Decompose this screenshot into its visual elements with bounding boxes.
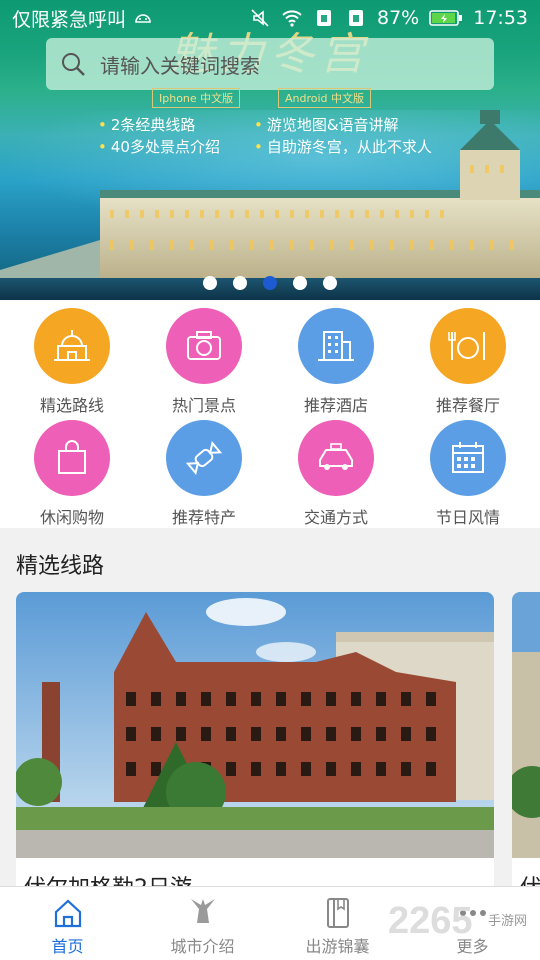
feature-item: 自助游冬宫，从此不求人	[254, 136, 432, 157]
battery-icon	[429, 10, 463, 26]
category-label: 节日风情	[435, 508, 500, 527]
route-card-image	[16, 592, 494, 858]
hotel-icon	[318, 331, 354, 361]
statue-icon	[190, 899, 215, 923]
featured-routes-section: 精选线路 伏尔加格勒2日游 伏	[0, 528, 540, 892]
clock: 17:53	[473, 7, 528, 29]
camera-icon	[187, 331, 221, 360]
category-hotels[interactable]: 推荐酒店	[270, 300, 402, 415]
category-icon-bg	[298, 308, 374, 384]
category-label: 推荐特产	[171, 508, 236, 527]
route-card-next[interactable]: 伏	[512, 592, 540, 892]
category-shopping[interactable]: 休闲购物	[6, 412, 138, 527]
category-icon-bg	[166, 308, 242, 384]
category-label: 交通方式	[303, 508, 368, 527]
banner-carousel[interactable]: 仅限紧急呼叫 87% 17:53 请输入关键词搜索 Iphone 中文版 And…	[0, 0, 540, 300]
nav-home[interactable]: 首页	[0, 887, 135, 960]
nav-label: 城市介绍	[170, 937, 235, 956]
carousel-indicator	[0, 276, 540, 292]
category-label: 休闲购物	[39, 508, 104, 527]
android-icon	[135, 14, 151, 23]
version-tag-iphone: Iphone 中文版	[152, 88, 241, 108]
dining-icon	[448, 332, 485, 360]
category-icon-bg	[298, 420, 374, 496]
category-icon-bg	[166, 420, 242, 496]
version-tag-android: Android 中文版	[278, 88, 372, 108]
guide-book-icon	[326, 898, 349, 928]
feature-item: 2条经典线路	[98, 114, 196, 135]
route-card-next-image	[512, 592, 540, 858]
nav-travel-tips[interactable]: 出游锦囊	[270, 887, 405, 960]
section-title: 精选线路	[16, 554, 105, 579]
carousel-dot-active[interactable]	[263, 276, 277, 290]
search-bar[interactable]: 请输入关键词搜索	[46, 38, 494, 90]
nav-label: 出游锦囊	[305, 937, 370, 956]
carousel-dot[interactable]	[203, 276, 217, 290]
route-card[interactable]: 伏尔加格勒2日游	[16, 592, 494, 892]
version-tags: Iphone 中文版 Android 中文版	[0, 88, 540, 108]
feature-item: 40多处景点介绍	[98, 136, 220, 157]
status-carrier-text: 仅限紧急呼叫	[12, 8, 127, 31]
category-restaurants[interactable]: 推荐餐厅	[402, 300, 534, 415]
category-transport[interactable]: 交通方式	[270, 412, 402, 527]
category-featured-routes[interactable]: 精选路线	[6, 300, 138, 415]
nav-city-intro[interactable]: 城市介绍	[135, 887, 270, 960]
category-festivals[interactable]: 节日风情	[402, 412, 534, 527]
shopping-bag-icon	[58, 440, 86, 474]
category-icon-bg	[430, 308, 506, 384]
watermark-number: 2265	[388, 900, 473, 942]
search-icon	[62, 53, 85, 76]
watermark: 2265 手游网	[388, 900, 538, 950]
category-grid: 精选路线 热门景点 推荐酒店 推荐餐厅 休闲购物 推荐特产 交通方式 节日风情	[0, 300, 540, 528]
home-icon	[54, 899, 81, 928]
calendar-icon	[452, 442, 484, 473]
search-input[interactable]: 请输入关键词搜索	[100, 50, 260, 79]
battery-percent: 87%	[377, 7, 420, 29]
carousel-dot[interactable]	[293, 276, 307, 290]
carousel-dot[interactable]	[323, 276, 337, 290]
category-icon-bg	[34, 308, 110, 384]
watermark-text: 手游网	[488, 914, 528, 929]
carousel-dot[interactable]	[233, 276, 247, 290]
category-hot-spots[interactable]: 热门景点	[138, 300, 270, 415]
feature-item: 游览地图&语音讲解	[254, 114, 399, 135]
taxi-icon	[319, 443, 353, 470]
temple-icon	[54, 330, 90, 361]
candy-icon	[185, 440, 223, 476]
category-specialties[interactable]: 推荐特产	[138, 412, 270, 527]
category-icon-bg	[34, 420, 110, 496]
nav-label: 首页	[51, 937, 84, 956]
category-icon-bg	[430, 420, 506, 496]
